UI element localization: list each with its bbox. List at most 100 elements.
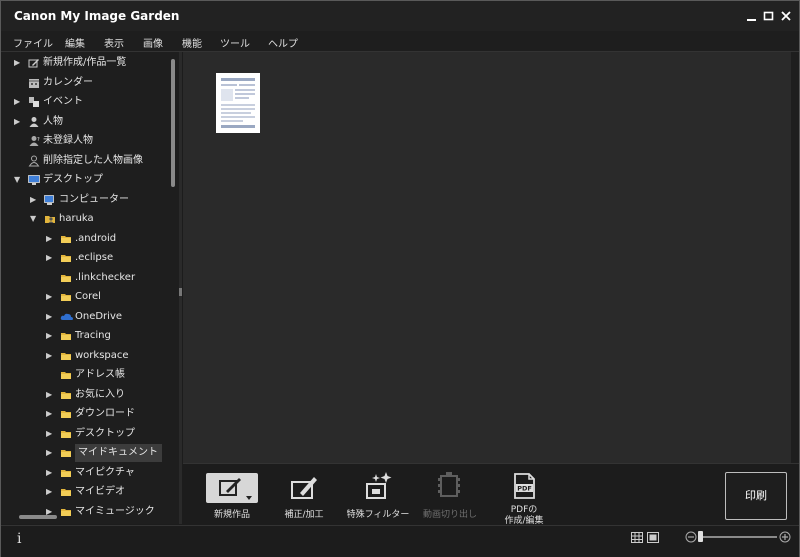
tree-item[interactable]: ▶ マイビデオ xyxy=(1,483,169,501)
splitter-grip xyxy=(179,288,182,296)
sidebar-horizontal-scrollbar[interactable] xyxy=(19,515,57,519)
video-capture-label: 動画切り出し xyxy=(422,510,477,520)
folder-icon xyxy=(60,447,72,459)
expand-arrow-icon[interactable]: ▶ xyxy=(46,405,56,423)
print-button[interactable]: 印刷 xyxy=(725,472,787,520)
thumbnail-view-icon[interactable] xyxy=(631,532,643,543)
tree-item[interactable]: ▶ デスクトップ xyxy=(1,425,169,443)
minimize-icon[interactable] xyxy=(745,9,759,23)
zoom-in-icon[interactable] xyxy=(779,531,791,543)
tree-item-label: OneDrive xyxy=(75,310,123,322)
unregistered-person-icon: ? xyxy=(28,135,40,147)
menu-help[interactable]: ヘルプ xyxy=(268,35,298,50)
expand-arrow-icon[interactable]: ▶ xyxy=(46,347,56,365)
tree-item[interactable]: ▶ お気に入り xyxy=(1,386,169,404)
folder-icon xyxy=(60,233,72,245)
tree-item-label: 未登録人物 xyxy=(43,135,93,146)
tree-item-label: お気に入り xyxy=(75,388,125,400)
maximize-icon[interactable] xyxy=(762,9,776,23)
expand-arrow-icon[interactable]: ▶ xyxy=(14,113,24,131)
tree-item[interactable]: ▶ 新規作成/作品一覧 xyxy=(1,54,169,72)
tree-item[interactable]: ▶ 人物 xyxy=(1,113,169,131)
tree-item[interactable]: ? 未登録人物 xyxy=(1,132,169,150)
tree-item[interactable]: 削除指定した人物画像 xyxy=(1,152,169,170)
correct-edit-icon xyxy=(291,477,317,499)
pane-splitter[interactable] xyxy=(179,52,182,524)
video-capture-icon xyxy=(438,472,460,497)
tree-item-label: マイドキュメント xyxy=(75,444,162,462)
menu-tools[interactable]: ツール xyxy=(220,35,250,50)
tree-item[interactable]: ▶ コンピューター xyxy=(1,191,169,209)
menu-file[interactable]: ファイル xyxy=(13,35,53,50)
tree-item[interactable]: ▶ .eclipse xyxy=(1,249,169,267)
new-work-button[interactable]: 新規作品 xyxy=(197,464,267,525)
tree-item[interactable]: ▶ マイピクチャ xyxy=(1,464,169,482)
expand-arrow-icon[interactable]: ▶ xyxy=(46,308,56,326)
tree-item[interactable]: .linkchecker xyxy=(1,269,169,287)
folder-icon xyxy=(60,252,72,264)
expand-arrow-icon[interactable]: ▶ xyxy=(14,93,24,111)
expand-arrow-icon[interactable]: ▶ xyxy=(46,327,56,345)
expand-arrow-icon[interactable]: ▶ xyxy=(14,54,24,72)
folder-icon xyxy=(60,467,72,479)
tree-item[interactable]: ▶ Tracing xyxy=(1,327,169,345)
sidebar-vertical-scrollbar[interactable] xyxy=(171,59,175,187)
expand-arrow-icon[interactable]: ▶ xyxy=(46,444,56,462)
tree-item[interactable]: ▶ workspace xyxy=(1,347,169,365)
pdf-create-edit-button[interactable]: PDF PDFの 作成/編集 xyxy=(489,464,559,526)
folder-icon xyxy=(60,408,72,420)
tree-item-label: haruka xyxy=(59,213,94,224)
pdf-icon: PDF xyxy=(514,473,535,499)
close-icon[interactable] xyxy=(779,9,793,23)
navigation-tree: ▶ 新規作成/作品一覧 カレンダー ▶ イベント ▶ 人物? 未登録人物 削除指定した人物画像 ▼… xyxy=(1,52,179,524)
menu-image[interactable]: 画像 xyxy=(143,35,163,50)
tree-item[interactable]: ▶ ダウンロード xyxy=(1,405,169,423)
tree-item[interactable]: ▶ Corel xyxy=(1,288,169,306)
zoom-out-icon[interactable] xyxy=(685,531,697,543)
zoom-slider[interactable] xyxy=(701,536,777,538)
correct-edit-button[interactable]: 補正/加工 xyxy=(269,464,339,525)
thumbnail-area xyxy=(183,52,791,463)
video-capture-button[interactable]: 動画切り出し xyxy=(415,464,485,525)
tree-item[interactable]: アドレス帳 xyxy=(1,366,169,384)
menu-view[interactable]: 表示 xyxy=(104,35,124,50)
expand-arrow-icon[interactable]: ▶ xyxy=(46,386,56,404)
tree-item[interactable]: ▶ イベント xyxy=(1,93,169,111)
calendar-icon xyxy=(28,77,40,89)
expand-arrow-icon[interactable]: ▶ xyxy=(30,191,40,209)
expand-arrow-icon[interactable]: ▶ xyxy=(46,288,56,306)
tree-item-label: マイミュージック xyxy=(75,505,155,517)
tree-item[interactable]: ▶ .android xyxy=(1,230,169,248)
tree-item[interactable]: ▼ haruka xyxy=(1,210,169,228)
info-icon[interactable]: i xyxy=(17,531,21,547)
deleted-person-icon xyxy=(28,155,40,167)
title-bar: Canon My Image Garden xyxy=(1,1,799,31)
tree-item-label: .linkchecker xyxy=(75,271,136,283)
correct-edit-label: 補正/加工 xyxy=(284,510,324,520)
single-view-icon[interactable] xyxy=(647,532,659,543)
document-preview-icon xyxy=(217,74,259,132)
menu-edit[interactable]: 編集 xyxy=(65,35,85,50)
collapse-arrow-icon[interactable]: ▼ xyxy=(30,210,40,228)
tree-item[interactable]: カレンダー xyxy=(1,74,169,92)
tree-item[interactable]: ▶ OneDrive xyxy=(1,308,169,326)
special-filter-label: 特殊フィルター xyxy=(346,510,410,520)
tree-item[interactable]: ▼ デスクトップ xyxy=(1,171,169,189)
tree-item-label: マイビデオ xyxy=(75,486,125,497)
desktop-icon xyxy=(28,174,40,186)
expand-arrow-icon[interactable]: ▶ xyxy=(46,425,56,443)
tree-item[interactable]: ▶ マイドキュメント xyxy=(1,444,169,462)
menu-function[interactable]: 機能 xyxy=(182,35,202,50)
collapse-arrow-icon[interactable]: ▼ xyxy=(14,171,24,189)
zoom-slider-handle[interactable] xyxy=(698,531,703,542)
expand-arrow-icon[interactable]: ▶ xyxy=(46,249,56,267)
expand-arrow-icon[interactable]: ▶ xyxy=(46,483,56,501)
tree-item-label: workspace xyxy=(75,349,129,361)
person-icon xyxy=(28,116,40,128)
content-scroll-gutter xyxy=(791,52,799,463)
special-filter-button[interactable]: 特殊フィルター xyxy=(343,464,413,525)
expand-arrow-icon[interactable]: ▶ xyxy=(46,464,56,482)
expand-arrow-icon[interactable]: ▶ xyxy=(46,230,56,248)
cloud-icon xyxy=(60,311,73,323)
document-thumbnail[interactable] xyxy=(216,73,260,133)
